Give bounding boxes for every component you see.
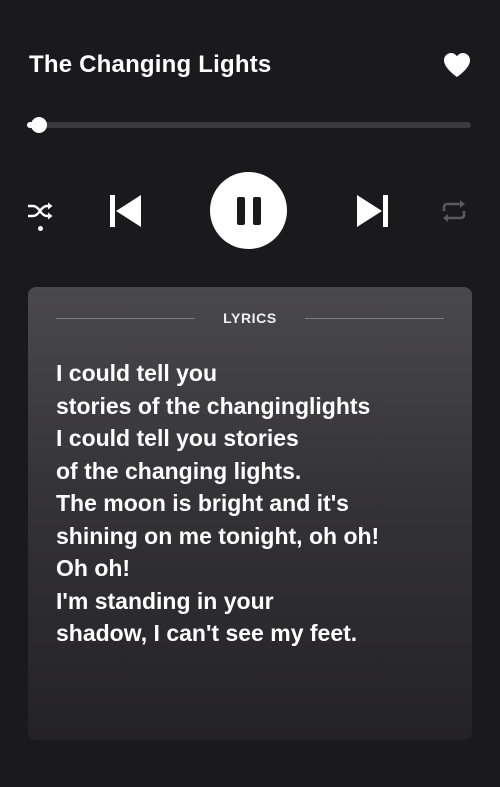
- skip-previous-icon: [110, 195, 141, 227]
- pause-button[interactable]: [210, 172, 287, 249]
- shuffle-icon: [28, 202, 53, 220]
- lyric-line: Oh oh!: [56, 555, 131, 581]
- heart-icon[interactable]: [442, 50, 472, 80]
- divider: [304, 317, 444, 319]
- track-title: The Changing Lights: [29, 51, 272, 78]
- seek-handle[interactable]: [30, 117, 47, 133]
- lyrics-card[interactable]: LYRICS I could tell you stories of the c…: [28, 287, 472, 740]
- repeat-button[interactable]: [438, 196, 470, 226]
- lyrics-text: I could tell you stories of the changing…: [56, 357, 452, 650]
- now-playing-header: The Changing Lights: [29, 44, 472, 86]
- skip-next-icon: [357, 195, 388, 227]
- playback-controls: [0, 170, 500, 250]
- pause-icon: [236, 196, 261, 225]
- shuffle-active-indicator: [37, 226, 43, 231]
- previous-track-button[interactable]: [104, 191, 146, 231]
- lyric-line: shining on me tonight, oh oh!: [56, 522, 380, 549]
- seek-track: [27, 122, 471, 128]
- lyric-line: stories of the changinglights: [56, 392, 371, 419]
- lyric-line: I could tell you stories: [56, 425, 299, 451]
- lyrics-header: LYRICS: [56, 307, 444, 329]
- repeat-icon: [442, 200, 466, 222]
- lyric-line: shadow, I can't see my feet.: [56, 620, 358, 646]
- next-track-button[interactable]: [352, 191, 394, 231]
- divider: [56, 317, 196, 319]
- seek-slider[interactable]: [27, 117, 471, 133]
- lyrics-label: LYRICS: [223, 310, 277, 326]
- lyric-line: I'm standing in your: [56, 587, 274, 614]
- shuffle-button[interactable]: [24, 196, 56, 236]
- lyric-line: I could tell you: [56, 360, 218, 386]
- lyric-line: The moon is bright and it's: [56, 490, 349, 516]
- lyric-line: of the changing lights.: [56, 457, 302, 484]
